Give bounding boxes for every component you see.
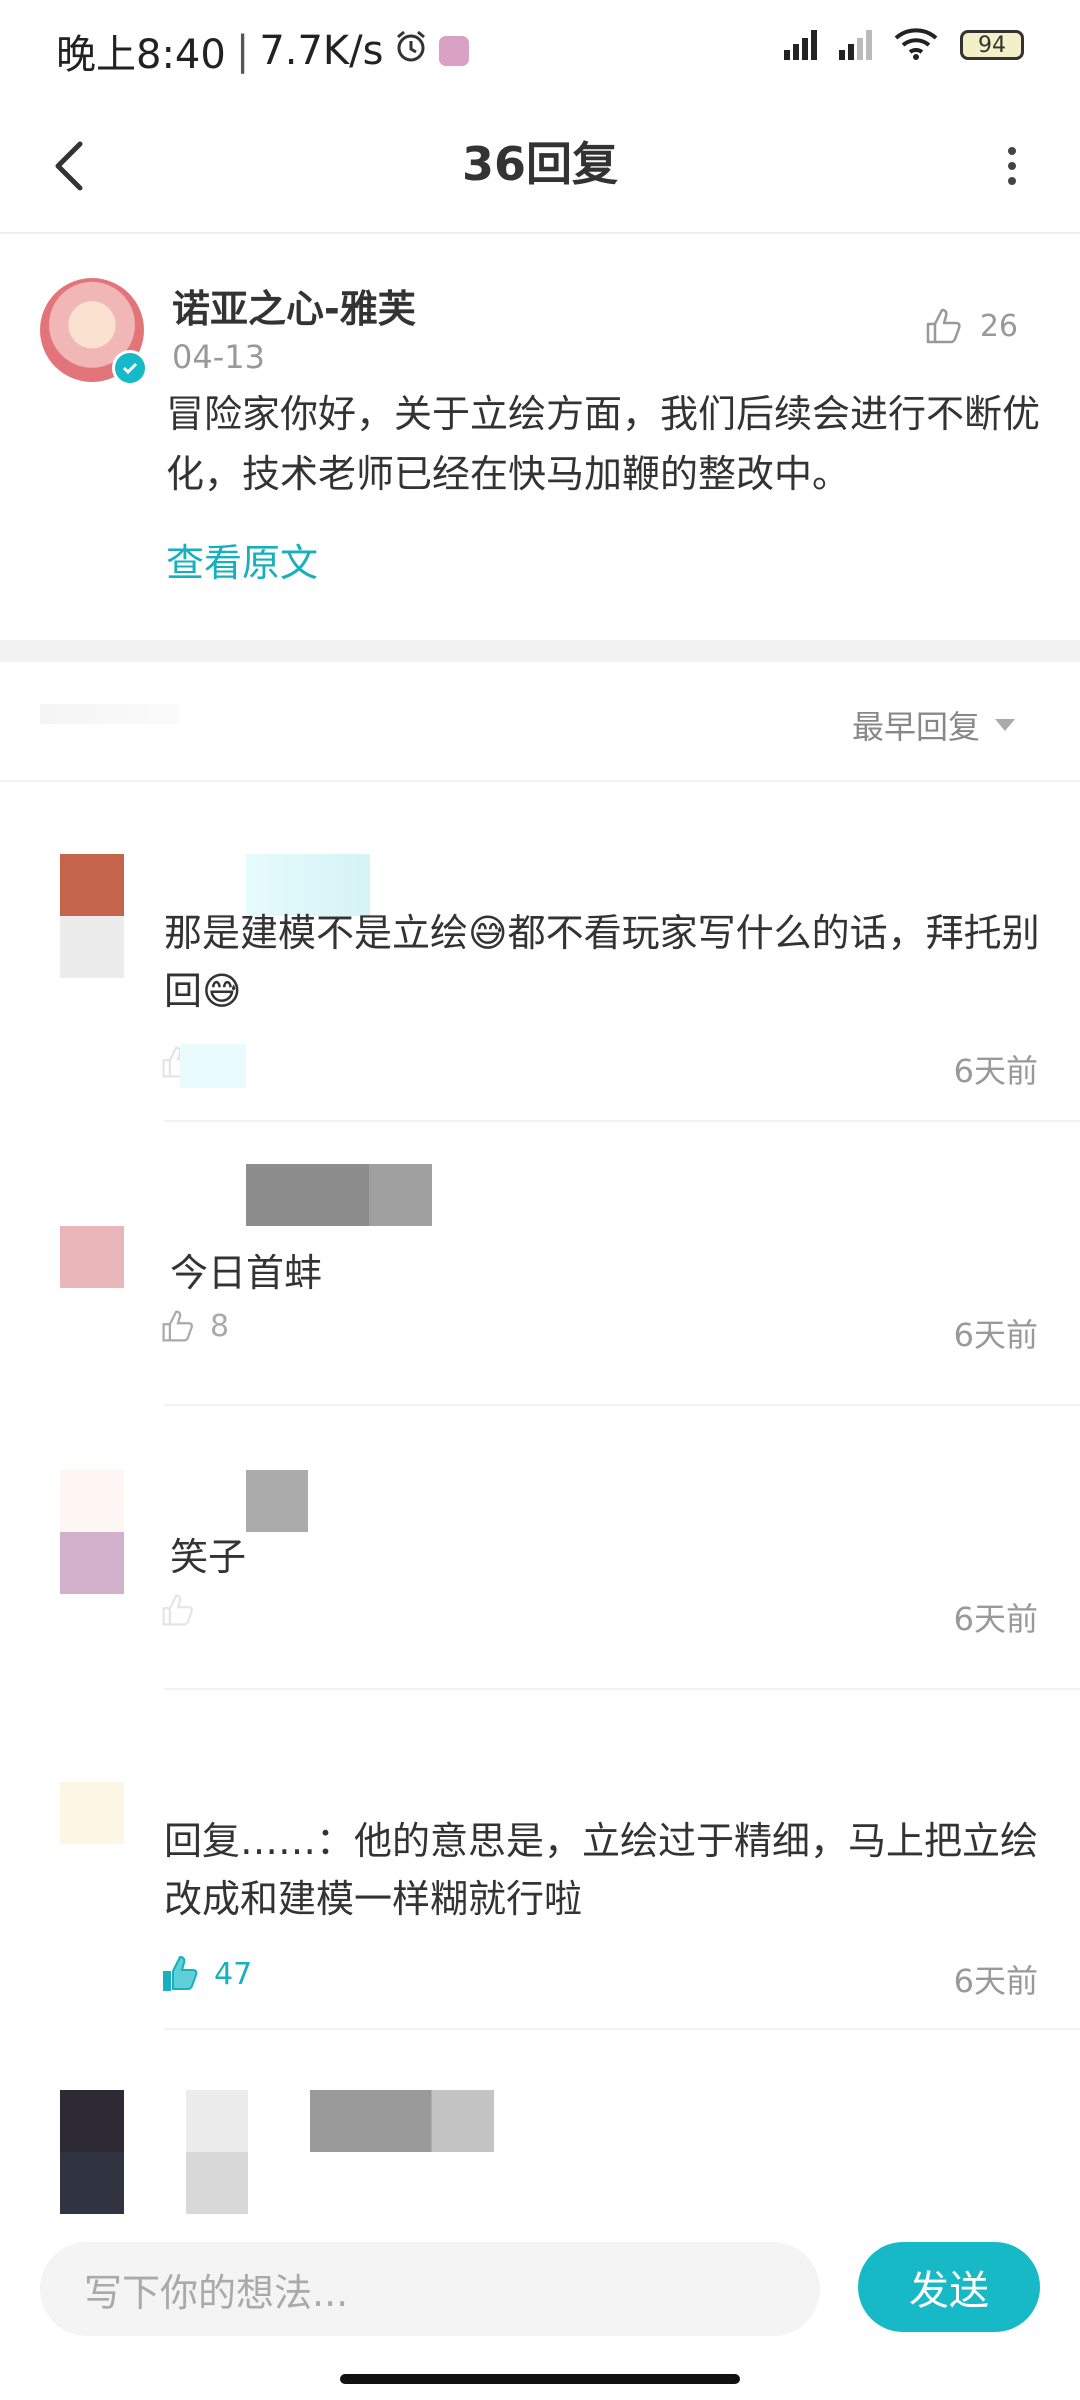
verified-badge-icon bbox=[112, 350, 148, 386]
sort-label: 最早回复 bbox=[851, 708, 980, 746]
status-left: 晚上8:40 | 7.7K/s bbox=[56, 22, 470, 80]
alarm-icon bbox=[393, 28, 429, 74]
thumbs-up-icon bbox=[162, 1594, 193, 1626]
battery-icon: 94 bbox=[960, 30, 1024, 60]
wifi-icon bbox=[894, 26, 938, 64]
commenter-name-blurred[interactable] bbox=[246, 1470, 308, 1532]
send-button[interactable]: 发送 bbox=[858, 2242, 1040, 2332]
signal-icon bbox=[784, 30, 817, 60]
comment-like-button[interactable] bbox=[160, 1592, 210, 1628]
post-like-count: 26 bbox=[979, 308, 1018, 344]
sort-row: 最早回复 bbox=[0, 662, 1080, 782]
status-right: 94 bbox=[784, 26, 1024, 64]
commenter-name-blurred[interactable] bbox=[310, 2090, 494, 2152]
comment-item bbox=[0, 2030, 1080, 2214]
comment-text: 回复……：他的意思是，立绘过于精细，马上把立绘改成和建模一样糊就行啦 bbox=[164, 1819, 1039, 1921]
view-original-link[interactable]: 查看原文 bbox=[166, 532, 318, 587]
post-like-button[interactable]: 26 bbox=[924, 306, 1018, 346]
comment-time: 6天前 bbox=[953, 1600, 1038, 1638]
comment-like-button[interactable]: 47 bbox=[160, 1954, 252, 1994]
nav-bar: 36回复 bbox=[0, 100, 1080, 234]
comment-item: 今日首蚌 8 6天前 bbox=[0, 1122, 1080, 1406]
commenter-avatar[interactable] bbox=[60, 1470, 124, 1594]
sort-dropdown[interactable]: 最早回复 bbox=[852, 702, 1016, 748]
post-content: 冒险家你好，关于立绘方面，我们后续会进行不断优化，技术老师已经在快马加鞭的整改中… bbox=[166, 392, 1041, 496]
thumbs-up-icon bbox=[162, 1310, 193, 1342]
more-vertical-icon bbox=[1008, 147, 1016, 185]
author-avatar[interactable] bbox=[40, 278, 148, 386]
comment-text: 那是建模不是立绘😅都不看玩家写什么的话，拜托别回😅 bbox=[164, 911, 1040, 1013]
blur-patch bbox=[180, 1044, 246, 1088]
caret-down-icon bbox=[995, 719, 1015, 731]
comment-like-button[interactable]: 8 bbox=[160, 1308, 229, 1344]
commenter-avatar[interactable] bbox=[60, 1226, 124, 1288]
thumbs-up-icon bbox=[926, 308, 961, 344]
commenter-name-blurred[interactable] bbox=[246, 1164, 432, 1226]
comment-time: 6天前 bbox=[953, 1962, 1038, 2000]
comment-item: 笑子 6天前 bbox=[0, 1406, 1080, 1690]
comment-item: 那是建模不是立绘😅都不看玩家写什么的话，拜托别回😅 28 6天前 bbox=[0, 782, 1080, 1122]
status-divider: | bbox=[235, 28, 250, 74]
signal-icon-2 bbox=[839, 30, 872, 60]
comment-item: 回复……：他的意思是，立绘过于精细，马上把立绘改成和建模一样糊就行啦 47 6天… bbox=[0, 1690, 1080, 2030]
comment-time: 6天前 bbox=[953, 1316, 1038, 1354]
author-name[interactable]: 诺亚之心-雅芙 bbox=[172, 278, 416, 333]
commenter-avatar[interactable] bbox=[60, 2090, 124, 2214]
comment-time: 6天前 bbox=[953, 1052, 1038, 1090]
commenter-avatar[interactable] bbox=[60, 854, 124, 978]
status-bar: 晚上8:40 | 7.7K/s 94 bbox=[0, 0, 1080, 100]
comment-input-bar: 写下你的想法... 发送 bbox=[0, 2214, 1080, 2400]
more-options-button[interactable] bbox=[980, 134, 1044, 198]
section-divider bbox=[0, 640, 1080, 662]
blurred-label bbox=[40, 704, 180, 724]
app-notification-icon bbox=[439, 36, 470, 66]
comment-text: 今日首蚌 bbox=[170, 1251, 323, 1295]
home-indicator[interactable] bbox=[340, 2374, 740, 2384]
thumbs-up-filled-icon bbox=[163, 1955, 198, 1991]
commenter-avatar[interactable] bbox=[60, 1782, 124, 1844]
page-title: 36回复 bbox=[461, 137, 618, 191]
post-date: 04-13 bbox=[172, 338, 265, 376]
status-speed: 7.7K/s bbox=[259, 28, 384, 74]
comment-like-count: 8 bbox=[210, 1308, 230, 1344]
blurred-image bbox=[186, 2090, 248, 2214]
comment-text: 笑子 bbox=[170, 1535, 247, 1579]
main-post: 诺亚之心-雅芙 04-13 26 冒险家你好，关于立绘方面，我们后续会进行不断优… bbox=[0, 234, 1080, 640]
comment-input[interactable]: 写下你的想法... bbox=[40, 2242, 820, 2336]
comment-like-count: 47 bbox=[214, 1956, 253, 1992]
status-time: 晚上8:40 bbox=[56, 32, 226, 78]
